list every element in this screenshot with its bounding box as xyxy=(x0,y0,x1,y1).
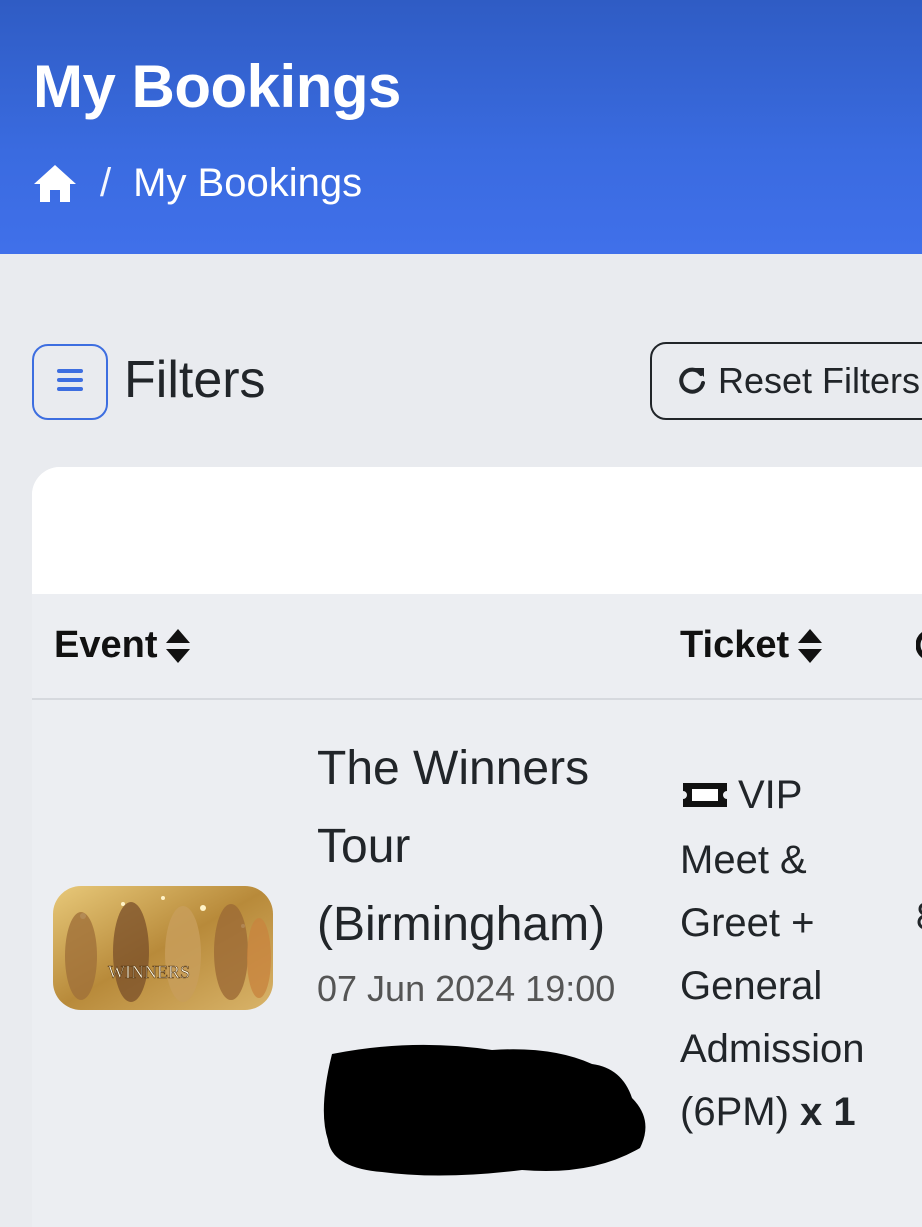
home-icon[interactable] xyxy=(32,162,78,204)
column-label-ticket: Ticket xyxy=(680,624,790,666)
page-header: My Bookings / My Bookings xyxy=(0,0,922,254)
breadcrumb-separator: / xyxy=(100,160,112,205)
filters-toggle-button[interactable] xyxy=(32,344,108,420)
table-toolbar xyxy=(32,467,922,594)
breadcrumb-current: My Bookings xyxy=(133,160,363,205)
table-row[interactable]: WINNERS The Winners Tour (Birmingham) 07… xyxy=(32,700,922,1227)
redaction-mark xyxy=(292,1040,652,1180)
sort-icon xyxy=(165,627,191,665)
breadcrumb: / My Bookings xyxy=(32,158,362,208)
sort-icon xyxy=(797,627,823,665)
column-header-truncated[interactable] xyxy=(916,624,922,664)
hamburger-menu-icon xyxy=(53,366,87,399)
column-label-event: Event xyxy=(54,624,158,666)
ticket-quantity: x 1 xyxy=(800,1089,856,1134)
event-thumbnail[interactable]: WINNERS xyxy=(53,886,273,1010)
event-name[interactable]: The Winners Tour (Birmingham) xyxy=(317,730,657,964)
bookings-table-card: Event Ticket WINNERS The Winners Tour (B… xyxy=(32,467,922,1227)
event-date: 07 Jun 2024 19:00 xyxy=(317,968,616,1009)
reset-filters-button[interactable]: Reset Filters xyxy=(650,342,922,420)
truncated-column-value xyxy=(916,896,922,941)
column-header-ticket[interactable]: Ticket xyxy=(680,624,823,667)
ticket-icon xyxy=(680,766,730,829)
page-title: My Bookings xyxy=(33,53,401,120)
refresh-icon xyxy=(676,365,708,397)
table-header: Event Ticket xyxy=(32,594,922,700)
reset-filters-label: Reset Filters xyxy=(718,360,921,401)
filters-title: Filters xyxy=(124,351,266,409)
column-header-event[interactable]: Event xyxy=(54,624,191,667)
thumbnail-title: WINNERS xyxy=(108,962,190,982)
ticket-cell: VIP Meet & Greet + General Admission (6P… xyxy=(680,764,900,1144)
